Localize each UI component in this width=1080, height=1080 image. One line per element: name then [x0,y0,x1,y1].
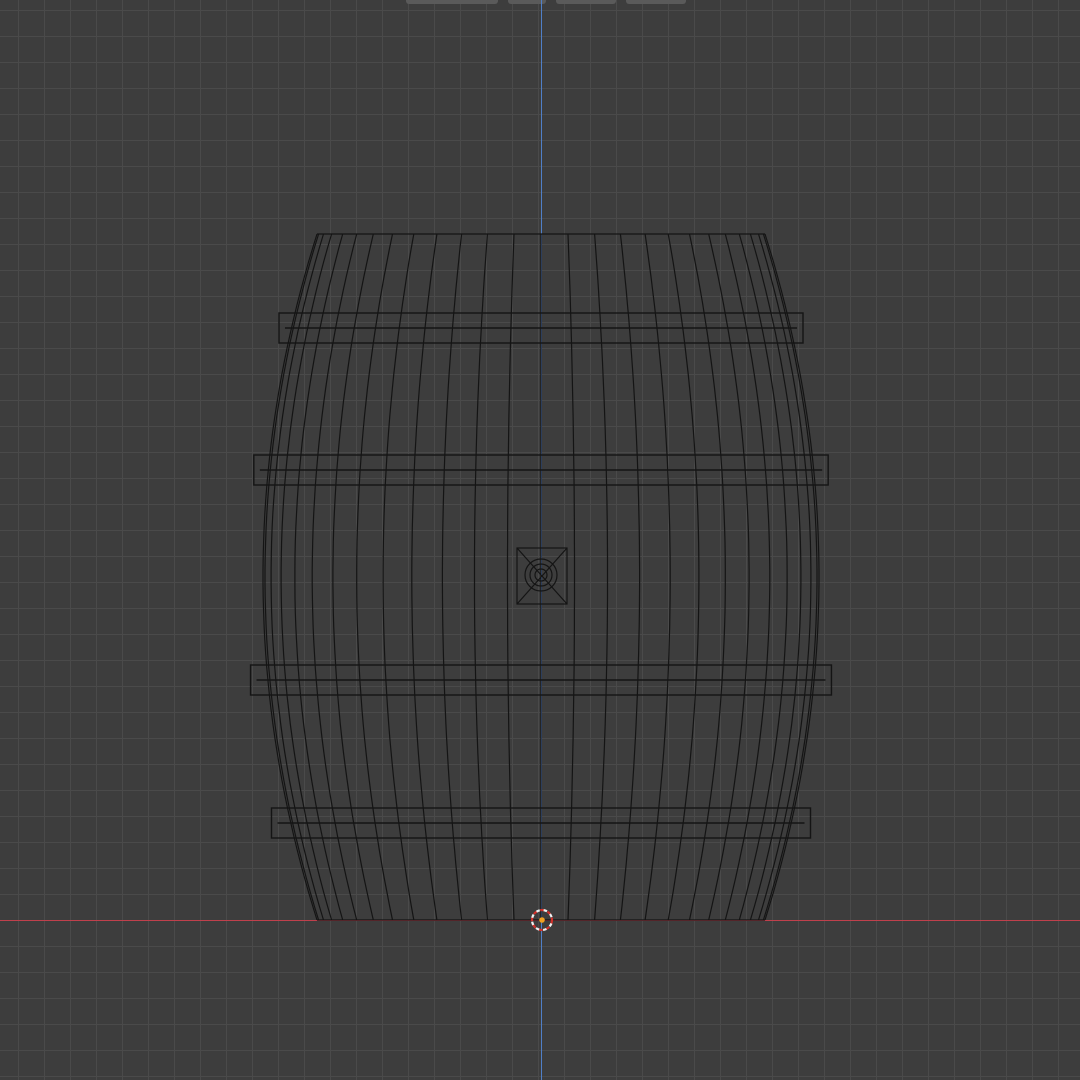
barrel-stave [280,233,333,921]
barrel-stave [411,233,438,921]
3d-viewport[interactable] [0,0,1080,1080]
barrel-stave [264,233,320,921]
barrel-stave [708,233,750,921]
barrel-stave [311,233,358,921]
barrel-stave [567,233,576,921]
barrel-stave [644,233,671,921]
barrel-stave [332,233,374,921]
spigot-hole [516,547,568,605]
barrel-stave [356,233,394,921]
barrel-stave [724,233,771,921]
barrel-stave [473,233,488,921]
barrel-stave [506,233,515,921]
barrel-stave [688,233,726,921]
barrel-stave [667,233,700,921]
barrel-stave [441,233,463,921]
barrel-stave [749,233,802,921]
3d-cursor-icon[interactable] [526,904,558,936]
barrel-stave [594,233,609,921]
barrel-stave [738,233,788,921]
barrel-stave [762,233,818,921]
barrel-stave [619,233,641,921]
barrel-stave [294,233,344,921]
barrel-stave [382,233,415,921]
